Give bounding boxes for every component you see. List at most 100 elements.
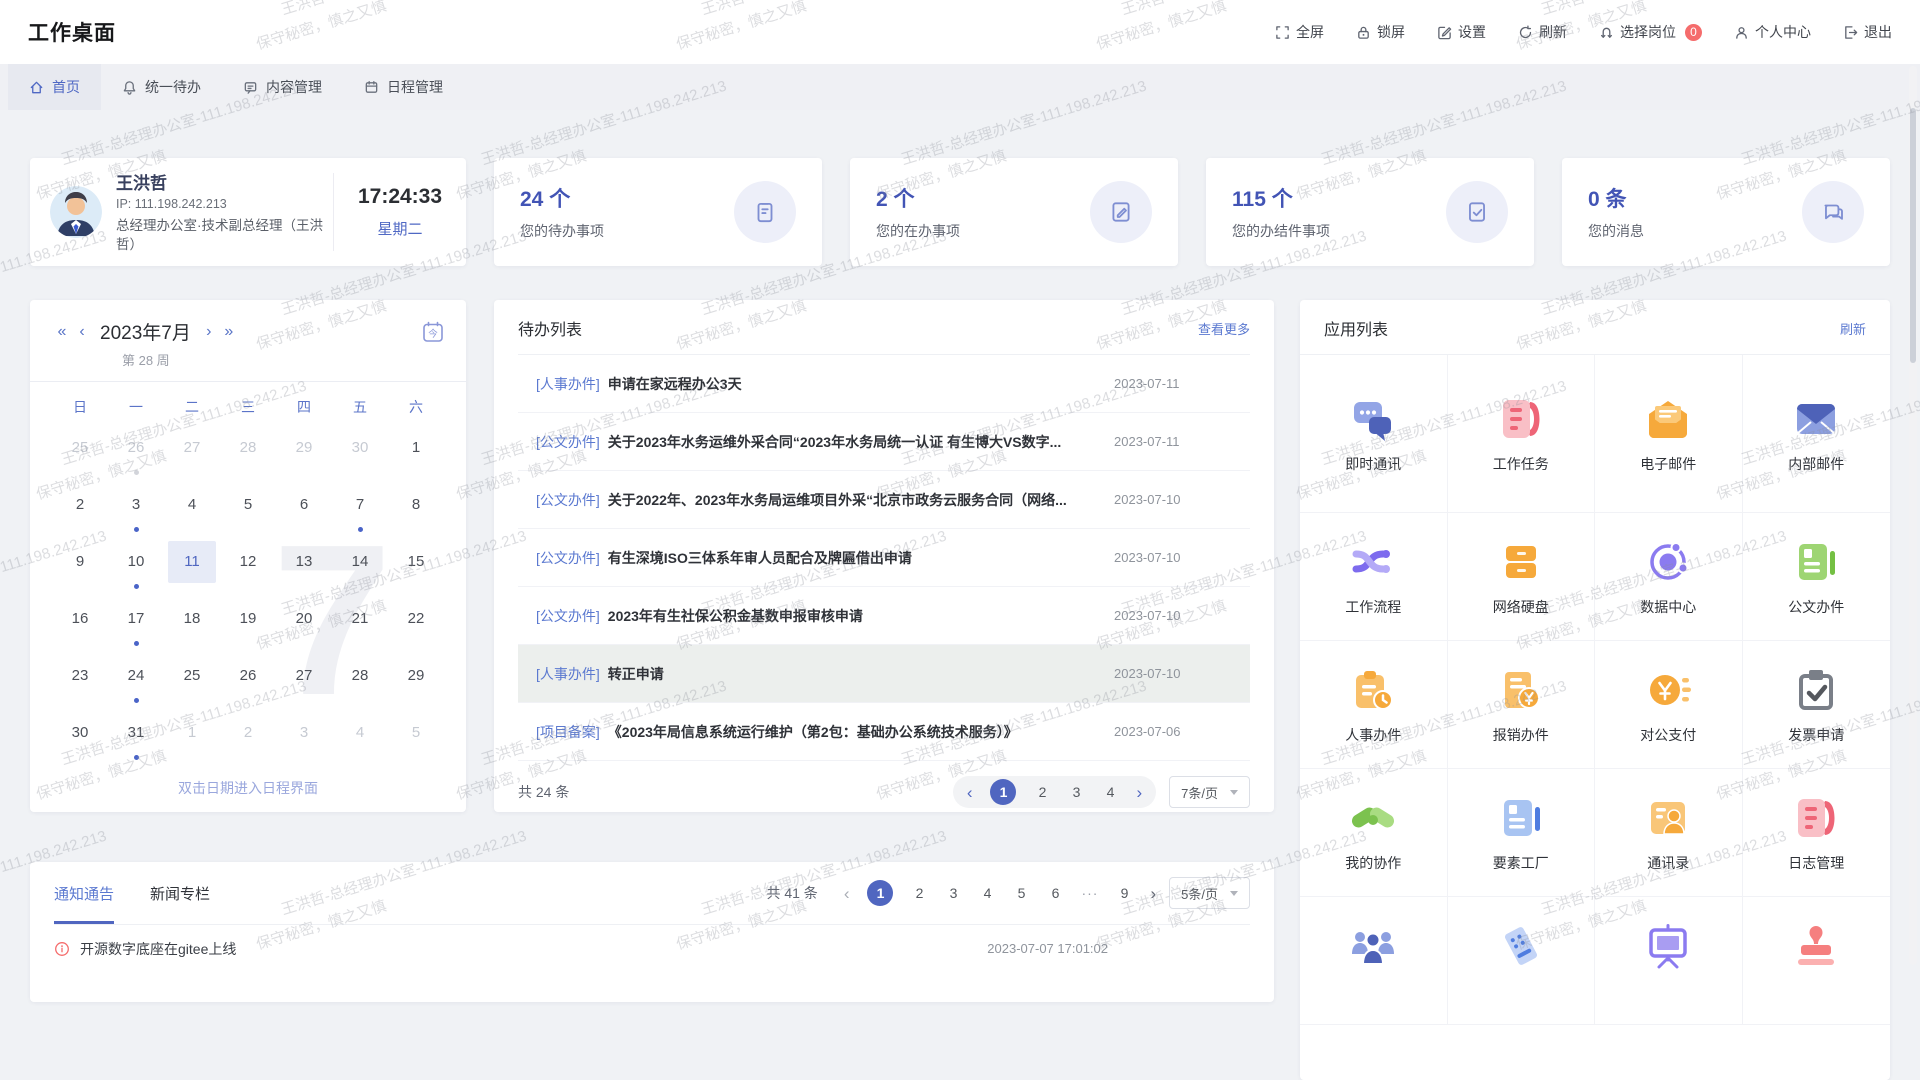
calendar-day[interactable]: 1	[164, 709, 220, 766]
calendar-day[interactable]: 30	[52, 709, 108, 766]
calendar-day[interactable]: 27	[164, 424, 220, 481]
todo-row[interactable]: [项目备案]《2023年局信息系统运行维护（第2包：基础办公系统技术服务）》20…	[518, 703, 1250, 761]
calendar-day[interactable]: 5	[388, 709, 444, 766]
calendar-day[interactable]: 2	[220, 709, 276, 766]
app-即时通讯[interactable]: 即时通讯	[1300, 355, 1448, 513]
app-对公支付[interactable]: 对公支付	[1595, 641, 1743, 769]
calendar-day[interactable]: 14	[332, 538, 388, 595]
pager-page-4[interactable]: 4	[1102, 784, 1118, 800]
calendar-day[interactable]: 13	[276, 538, 332, 595]
pager-page-4[interactable]: 4	[979, 885, 995, 901]
calendar-day[interactable]: 1	[388, 424, 444, 481]
app-网络硬盘[interactable]: 网络硬盘	[1448, 513, 1596, 641]
pager-prev-button[interactable]: ‹	[844, 885, 850, 902]
tab-home[interactable]: 首页	[8, 64, 101, 110]
app-stamp[interactable]	[1743, 897, 1891, 1025]
pager-prev-button[interactable]: ‹	[967, 784, 973, 801]
calendar-day[interactable]: 19	[220, 595, 276, 652]
calendar-day[interactable]: 21	[332, 595, 388, 652]
calendar-day[interactable]: 18	[164, 595, 220, 652]
header-action-select-post[interactable]: 选择岗位0	[1599, 22, 1702, 42]
notice-tab-2[interactable]: 新闻专栏	[150, 862, 210, 924]
app-people[interactable]	[1300, 897, 1448, 1025]
todo-per-page-select[interactable]: 7条/页	[1169, 776, 1250, 808]
todo-row[interactable]: [人事办件]申请在家远程办公3天2023-07-11	[518, 355, 1250, 413]
prev-month-button[interactable]: ‹	[72, 323, 92, 341]
pager-page-9[interactable]: 9	[1116, 885, 1132, 901]
prev-year-button[interactable]: «	[52, 323, 72, 341]
calendar-day[interactable]: 31	[108, 709, 164, 766]
app-电子邮件[interactable]: 电子邮件	[1595, 355, 1743, 513]
notice-tab-1[interactable]: 通知通告	[54, 862, 114, 924]
next-month-button[interactable]: ›	[199, 323, 219, 341]
calendar-day[interactable]: 25	[52, 424, 108, 481]
calendar-day[interactable]: 2	[52, 481, 108, 538]
calendar-day[interactable]: 26	[220, 652, 276, 709]
calendar-day[interactable]: 7	[332, 481, 388, 538]
notice-per-page-select[interactable]: 5条/页	[1169, 877, 1250, 909]
calendar-day[interactable]: 5	[220, 481, 276, 538]
app-发票申请[interactable]: 发票申请	[1743, 641, 1891, 769]
calendar-day[interactable]: 29	[388, 652, 444, 709]
tab-schedule-mgmt[interactable]: 日程管理	[343, 64, 464, 110]
calendar-day[interactable]: 3	[276, 709, 332, 766]
app-日志管理[interactable]: 日志管理	[1743, 769, 1891, 897]
calendar-day[interactable]: 16	[52, 595, 108, 652]
todo-row[interactable]: [公文办件]关于2023年水务运维外采合同“2023年水务局统一认证 有生博大V…	[518, 413, 1250, 471]
header-action-settings[interactable]: 设置	[1437, 22, 1486, 42]
calendar-day[interactable]: 9	[52, 538, 108, 595]
pager-page-···[interactable]: ···	[1081, 885, 1098, 901]
pager-page-2[interactable]: 2	[911, 885, 927, 901]
pager-page-6[interactable]: 6	[1047, 885, 1063, 901]
calendar-day[interactable]: 8	[388, 481, 444, 538]
calendar-day[interactable]: 12	[220, 538, 276, 595]
calendar-day[interactable]: 22	[388, 595, 444, 652]
app-要素工厂[interactable]: 要素工厂	[1448, 769, 1596, 897]
notice-item[interactable]: 开源数字底座在gitee上线2023-07-07 17:01:02	[54, 925, 1250, 972]
calendar-day[interactable]: 24	[108, 652, 164, 709]
pager-page-2[interactable]: 2	[1034, 784, 1050, 800]
app-人事办件[interactable]: 人事办件	[1300, 641, 1448, 769]
calendar-day[interactable]: 17	[108, 595, 164, 652]
calendar-day[interactable]: 11	[164, 538, 220, 595]
pager-next-button[interactable]: ›	[1136, 784, 1142, 801]
pager-page-5[interactable]: 5	[1013, 885, 1029, 901]
header-action-lock-screen[interactable]: 锁屏	[1356, 22, 1405, 42]
app-内部邮件[interactable]: 内部邮件	[1743, 355, 1891, 513]
todo-row[interactable]: [公文办件]有生深境ISO三体系年审人员配合及牌匾借出申请2023-07-10	[518, 529, 1250, 587]
calendar-day[interactable]: 3	[108, 481, 164, 538]
pager-next-button[interactable]: ›	[1150, 885, 1156, 902]
calendar-day[interactable]: 25	[164, 652, 220, 709]
app-数据中心[interactable]: 数据中心	[1595, 513, 1743, 641]
calendar-day[interactable]: 26	[108, 424, 164, 481]
app-通讯录[interactable]: 通讯录	[1595, 769, 1743, 897]
app-board[interactable]	[1595, 897, 1743, 1025]
today-icon[interactable]: 今	[422, 321, 444, 343]
app-公文办件[interactable]: 公文办件	[1743, 513, 1891, 641]
calendar-day[interactable]: 27	[276, 652, 332, 709]
header-action-logout[interactable]: 退出	[1843, 22, 1892, 42]
todo-row[interactable]: [公文办件]关于2022年、2023年水务局运维项目外采“北京市政务云服务合同（…	[518, 471, 1250, 529]
app-报销办件[interactable]: 报销办件	[1448, 641, 1596, 769]
next-year-button[interactable]: »	[219, 323, 239, 341]
header-action-refresh[interactable]: 刷新	[1518, 22, 1567, 42]
pager-page-1[interactable]: 1	[990, 779, 1016, 805]
app-calc[interactable]	[1448, 897, 1596, 1025]
pager-page-3[interactable]: 3	[1068, 784, 1084, 800]
calendar-day[interactable]: 4	[332, 709, 388, 766]
calendar-day[interactable]: 4	[164, 481, 220, 538]
calendar-day[interactable]: 28	[332, 652, 388, 709]
tab-content-mgmt[interactable]: 内容管理	[222, 64, 343, 110]
calendar-day[interactable]: 15	[388, 538, 444, 595]
calendar-day[interactable]: 10	[108, 538, 164, 595]
header-action-fullscreen[interactable]: 全屏	[1275, 22, 1324, 42]
apps-refresh-link[interactable]: 刷新	[1840, 319, 1866, 338]
tab-unified-todo[interactable]: 统一待办	[101, 64, 222, 110]
pager-page-1[interactable]: 1	[867, 880, 893, 906]
app-工作任务[interactable]: 工作任务	[1448, 355, 1596, 513]
app-我的协作[interactable]: 我的协作	[1300, 769, 1448, 897]
todo-row[interactable]: [公文办件]2023年有生社保公积金基数申报审核申请2023-07-10	[518, 587, 1250, 645]
calendar-day[interactable]: 23	[52, 652, 108, 709]
calendar-day[interactable]: 6	[276, 481, 332, 538]
view-more-link[interactable]: 查看更多	[1198, 319, 1250, 338]
